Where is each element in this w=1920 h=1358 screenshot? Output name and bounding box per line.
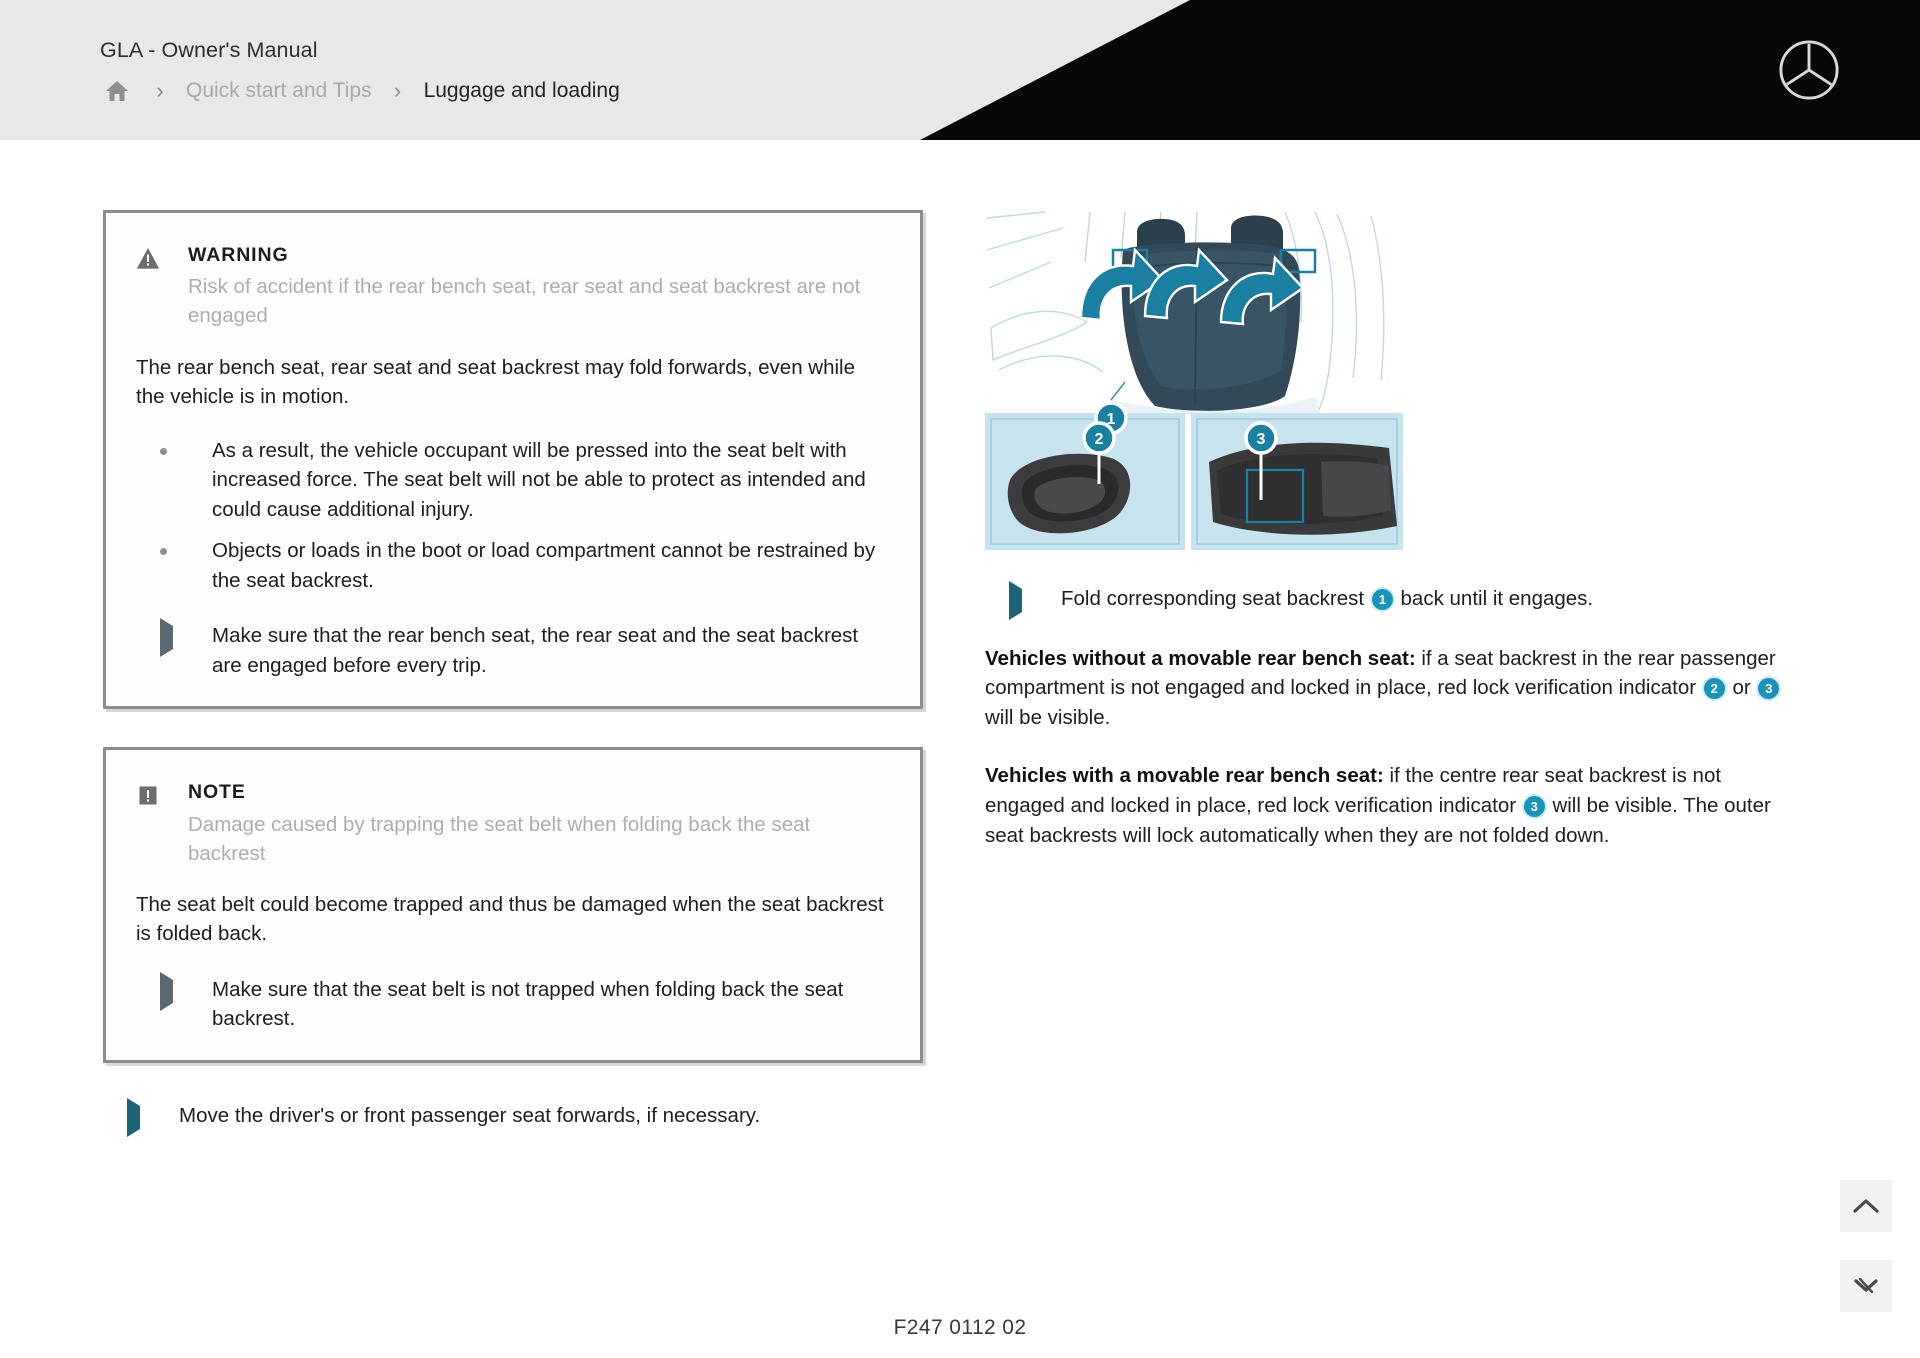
fold-backrest-action-pre: Fold corresponding seat backrest bbox=[1061, 587, 1365, 610]
warning-triangle-icon bbox=[136, 243, 188, 270]
warning-action-text: Make sure that the rear bench seat, the … bbox=[212, 624, 859, 677]
fold-backrest-action-item: Fold corresponding seat backrest 1 back … bbox=[985, 581, 1805, 620]
standalone-action-item: Move the driver's or front passenger sea… bbox=[103, 1097, 923, 1137]
right-column: 1 2 3 Fold corresponding seat backrest 1… bbox=[985, 210, 1805, 879]
paragraph-lead: Vehicles without a movable rear bench se… bbox=[985, 646, 1416, 670]
warning-subtitle: Risk of accident if the rear bench seat,… bbox=[188, 275, 861, 328]
home-icon[interactable] bbox=[100, 78, 134, 104]
paragraph-text-part2: will be visible. bbox=[985, 706, 1111, 730]
brand-panel bbox=[920, 0, 1920, 140]
warning-callout-box: WARNING Risk of accident if the rear ben… bbox=[103, 210, 923, 710]
breadcrumb-item-quick-start[interactable]: Quick start and Tips bbox=[186, 79, 372, 102]
scroll-to-top-button[interactable] bbox=[1840, 1180, 1892, 1232]
action-arrow-icon bbox=[1007, 581, 1025, 626]
note-header-text: NOTE Damage caused by trapping the seat … bbox=[188, 780, 886, 868]
standalone-action-text: Move the driver's or front passenger sea… bbox=[179, 1103, 761, 1127]
paragraph-lead: Vehicles with a movable rear bench seat: bbox=[985, 764, 1384, 788]
list-item: Objects or loads in the boot or load com… bbox=[136, 536, 886, 595]
left-column: WARNING Risk of accident if the rear ben… bbox=[103, 210, 923, 1137]
mercedes-star-logo bbox=[1778, 39, 1840, 101]
warning-action-item: Make sure that the rear bench seat, the … bbox=[136, 618, 886, 680]
note-body-text: The seat belt could become trapped and t… bbox=[136, 892, 884, 946]
list-item: As a result, the vehicle occupant will b… bbox=[136, 436, 886, 525]
rear-seat-backrest-folding-illustration: 1 2 3 bbox=[985, 210, 1403, 550]
warning-body-text: The rear bench seat, rear seat and seat … bbox=[136, 355, 856, 409]
page-header: GLA - Owner's Manual › Quick start and T… bbox=[0, 0, 1920, 140]
footer-document-code: F247 0112 02 bbox=[893, 1316, 1027, 1339]
action-arrow-icon bbox=[158, 971, 176, 1033]
note-action-text: Make sure that the seat belt is not trap… bbox=[212, 977, 844, 1031]
warning-title: WARNING bbox=[188, 244, 289, 266]
note-title: NOTE bbox=[188, 781, 246, 804]
note-callout-box: NOTE Damage caused by trapping the seat … bbox=[103, 747, 923, 1063]
paragraph-text-mid: or bbox=[1726, 676, 1757, 700]
page-content: WARNING Risk of accident if the rear ben… bbox=[0, 140, 1920, 1300]
breadcrumb-separator: › bbox=[156, 78, 164, 103]
chevron-down-icon bbox=[1853, 1277, 1879, 1295]
collapse-button[interactable] bbox=[1840, 1260, 1892, 1312]
chevron-up-icon bbox=[1853, 1198, 1879, 1214]
manual-page: GLA - Owner's Manual › Quick start and T… bbox=[0, 0, 1920, 1358]
paragraph-vehicles-with-movable-bench: Vehicles with a movable rear bench seat:… bbox=[985, 761, 1805, 851]
warning-header: WARNING Risk of accident if the rear ben… bbox=[136, 243, 886, 331]
action-arrow-icon bbox=[125, 1097, 143, 1159]
fold-backrest-action-post: back until it engages. bbox=[1400, 587, 1594, 610]
note-action-item: Make sure that the seat belt is not trap… bbox=[136, 971, 886, 1034]
callout-badge-1: 1 bbox=[1371, 589, 1393, 610]
note-subtitle: Damage caused by trapping the seat belt … bbox=[188, 812, 811, 865]
svg-text:3: 3 bbox=[1257, 431, 1266, 448]
paragraph-vehicles-without-movable-bench: Vehicles without a movable rear bench se… bbox=[985, 644, 1805, 734]
svg-text:2: 2 bbox=[1095, 431, 1104, 448]
breadcrumb: › Quick start and Tips › Luggage and loa… bbox=[100, 78, 620, 104]
note-header: NOTE Damage caused by trapping the seat … bbox=[136, 780, 886, 868]
callout-badge-2: 2 bbox=[1703, 678, 1725, 700]
note-exclamation-icon bbox=[136, 780, 188, 807]
page-title: GLA - Owner's Manual bbox=[100, 38, 318, 62]
callout-badge-3: 3 bbox=[1523, 796, 1545, 818]
action-arrow-icon bbox=[158, 618, 176, 679]
warning-header-text: WARNING Risk of accident if the rear ben… bbox=[188, 243, 886, 331]
breadcrumb-separator: › bbox=[393, 78, 402, 103]
callout-badge-3: 3 bbox=[1758, 678, 1780, 700]
warning-bullet-list: As a result, the vehicle occupant will b… bbox=[136, 436, 886, 596]
breadcrumb-item-luggage-and-loading[interactable]: Luggage and loading bbox=[424, 79, 620, 102]
